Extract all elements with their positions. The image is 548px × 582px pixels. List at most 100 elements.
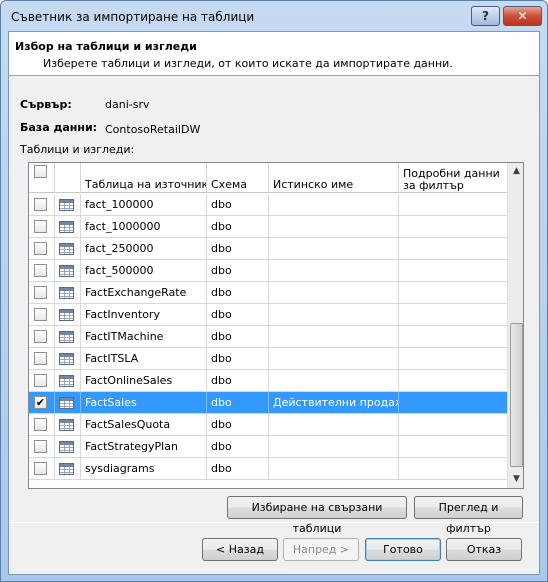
row-checkbox-cell: [29, 370, 55, 392]
row-icon-cell: [55, 348, 81, 370]
row-icon-cell: [55, 414, 81, 436]
wizard-header: Избор на таблици и изгледи Изберете табл…: [9, 32, 539, 76]
server-label: Сървър:: [20, 98, 72, 111]
header-select-all-cell: [29, 163, 55, 193]
row-icon-cell: [55, 194, 81, 216]
source-table-cell: fact_500000: [81, 260, 207, 282]
column-header-source-table[interactable]: Таблица на източник: [81, 163, 207, 193]
table-row[interactable]: FactOnlineSales dbo: [29, 370, 507, 392]
table-row[interactable]: FactInventory dbo: [29, 304, 507, 326]
row-checkbox[interactable]: [34, 374, 47, 387]
back-button[interactable]: < Назад: [202, 538, 278, 561]
table-icon: [59, 463, 74, 475]
finish-button[interactable]: Готово: [365, 538, 441, 561]
table-icon: [59, 397, 74, 409]
row-checkbox[interactable]: [34, 352, 47, 365]
preview-filter-button[interactable]: Преглед и филтър: [414, 496, 523, 535]
table-icon: [59, 221, 74, 233]
row-icon-cell: [55, 216, 81, 238]
friendly-name-cell: [269, 260, 399, 282]
table-row[interactable]: fact_500000 dbo: [29, 260, 507, 282]
filter-details-cell: [399, 414, 507, 436]
grid-rows: fact_100000 dbo fact_1000000 dbo fact_250000…: [29, 194, 507, 488]
scroll-up-arrow-icon[interactable]: ▲: [508, 163, 523, 180]
table-row[interactable]: FactITMachine dbo: [29, 326, 507, 348]
row-checkbox-cell: [29, 216, 55, 238]
schema-cell: dbo: [207, 238, 269, 260]
row-icon-cell: [55, 326, 81, 348]
table-row[interactable]: fact_100000 dbo: [29, 194, 507, 216]
schema-cell: dbo: [207, 260, 269, 282]
row-icon-cell: [55, 238, 81, 260]
source-table-cell: FactSalesQuota: [81, 414, 207, 436]
row-checkbox[interactable]: [34, 462, 47, 475]
grid-vertical-scrollbar[interactable]: ▲ ▼: [507, 163, 523, 488]
filter-details-cell: [399, 458, 507, 480]
row-checkbox[interactable]: [34, 330, 47, 343]
filter-details-cell: [399, 194, 507, 216]
scroll-thumb[interactable]: [510, 323, 523, 467]
scroll-down-arrow-icon[interactable]: ▼: [508, 471, 523, 488]
dialog-client-area: Избор на таблици и изгледи Изберете табл…: [8, 31, 540, 575]
table-row[interactable]: FactStrategyPlan dbo: [29, 436, 507, 458]
source-table-cell: FactExchangeRate: [81, 282, 207, 304]
schema-cell: dbo: [207, 370, 269, 392]
friendly-name-cell: [269, 370, 399, 392]
filter-details-cell: [399, 348, 507, 370]
filter-details-cell: [399, 238, 507, 260]
row-checkbox-cell: [29, 348, 55, 370]
table-row[interactable]: FactITSLA dbo: [29, 348, 507, 370]
source-table-cell: fact_250000: [81, 238, 207, 260]
friendly-name-cell: Действителни продажби: [269, 392, 399, 414]
row-checkbox[interactable]: [34, 418, 47, 431]
row-checkbox[interactable]: [34, 308, 47, 321]
row-checkbox[interactable]: ✔: [34, 396, 47, 409]
row-checkbox-cell: [29, 436, 55, 458]
table-row[interactable]: FactExchangeRate dbo: [29, 282, 507, 304]
tables-grid[interactable]: Таблица на източник Схема Истинско име П…: [28, 162, 524, 489]
close-button[interactable]: ✕: [503, 6, 542, 26]
schema-cell: dbo: [207, 326, 269, 348]
schema-cell: dbo: [207, 458, 269, 480]
step-subtitle: Изберете таблици и изгледи, от които иск…: [43, 57, 453, 70]
table-icon: [59, 353, 74, 365]
row-checkbox[interactable]: [34, 264, 47, 277]
filter-details-cell: [399, 370, 507, 392]
table-row[interactable]: fact_1000000 dbo: [29, 216, 507, 238]
friendly-name-cell: [269, 458, 399, 480]
row-checkbox-cell: [29, 194, 55, 216]
schema-cell: dbo: [207, 414, 269, 436]
select-all-checkbox[interactable]: [34, 165, 47, 178]
source-table-cell: FactITSLA: [81, 348, 207, 370]
row-icon-cell: [55, 282, 81, 304]
column-header-filter-details[interactable]: Подробни данни за филтър: [399, 163, 507, 193]
row-checkbox[interactable]: [34, 440, 47, 453]
row-checkbox[interactable]: [34, 242, 47, 255]
title-bar: Съветник за импортиране на таблици ? ✕: [1, 1, 547, 31]
row-checkbox[interactable]: [34, 286, 47, 299]
table-row[interactable]: sysdiagrams dbo: [29, 458, 507, 480]
filter-details-cell: [399, 304, 507, 326]
cancel-button[interactable]: Отказ: [446, 538, 522, 561]
filter-details-cell: [399, 392, 507, 414]
source-table-cell: FactITMachine: [81, 326, 207, 348]
table-row[interactable]: ✔ FactSalesdboДействителни продажби: [29, 392, 507, 414]
footer-separator: [9, 522, 539, 523]
row-checkbox-cell: [29, 326, 55, 348]
row-icon-cell: [55, 370, 81, 392]
friendly-name-cell: [269, 238, 399, 260]
row-checkbox-cell: ✔: [29, 392, 55, 414]
table-row[interactable]: FactSalesQuota dbo: [29, 414, 507, 436]
filter-details-cell: [399, 326, 507, 348]
next-button[interactable]: Напред >: [283, 538, 359, 561]
source-table-cell: FactStrategyPlan: [81, 436, 207, 458]
table-row[interactable]: fact_250000 dbo: [29, 238, 507, 260]
help-button[interactable]: ?: [471, 6, 500, 26]
select-related-tables-button[interactable]: Избиране на свързани таблици: [227, 496, 407, 535]
column-header-schema[interactable]: Схема: [207, 163, 269, 193]
column-header-friendly-name[interactable]: Истинско име: [269, 163, 399, 193]
row-checkbox[interactable]: [34, 220, 47, 233]
row-checkbox[interactable]: [34, 198, 47, 211]
schema-cell: dbo: [207, 304, 269, 326]
source-table-cell: FactInventory: [81, 304, 207, 326]
